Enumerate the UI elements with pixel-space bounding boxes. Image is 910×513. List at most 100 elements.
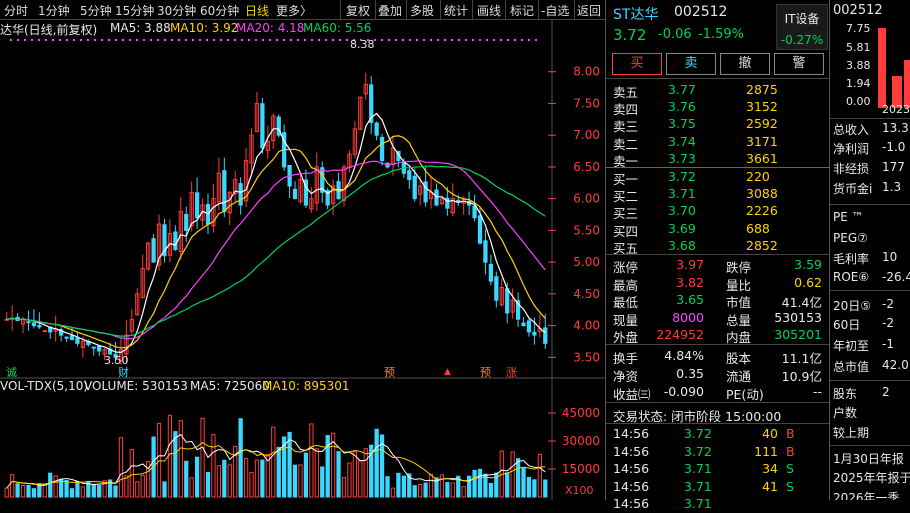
ask-volume: 3661 <box>746 150 778 166</box>
top-marker <box>199 39 201 41</box>
ask-row[interactable]: 卖一 3.73 3661 <box>606 150 830 169</box>
tick-price: 3.72 <box>684 426 712 441</box>
price-change: -0.06 <box>658 27 692 42</box>
tick-price: 3.71 <box>684 496 712 511</box>
stat-value: 3.59 <box>794 257 822 272</box>
side-metric-label: 总收入 <box>833 123 870 137</box>
event-marker[interactable]: 预 <box>480 364 491 380</box>
ask-row[interactable]: 卖五 3.77 2875 <box>606 81 830 100</box>
mark-button[interactable]: 标记 <box>510 2 534 19</box>
volume-bar <box>113 485 118 498</box>
cancel-order-button[interactable]: 撤 <box>720 53 770 75</box>
adjust-button[interactable]: 复权 <box>346 2 370 19</box>
divider <box>440 0 441 19</box>
bid-row[interactable]: 买五 3.68 2852 <box>606 237 830 256</box>
event-marker[interactable]: 诚 <box>6 364 17 380</box>
sector-box[interactable]: IT设备 -0.27% <box>776 4 828 50</box>
candle-body <box>494 276 499 301</box>
top-marker <box>311 39 313 41</box>
divider <box>606 423 830 424</box>
period-tab-60min[interactable]: 60分钟 <box>200 2 239 19</box>
divider <box>830 445 910 446</box>
top-marker <box>10 39 12 41</box>
fund-value: -0.090 <box>663 384 704 399</box>
divider <box>472 0 473 19</box>
multi-stock-button[interactable]: 多股 <box>410 2 434 19</box>
bid-volume: 688 <box>746 220 770 236</box>
period-tab-5min[interactable]: 5分钟 <box>80 2 112 19</box>
ask-row[interactable]: 卖三 3.75 2592 <box>606 115 830 134</box>
sell-button[interactable]: 卖 <box>666 53 716 75</box>
candlestick-chart[interactable]: 45000 30000 15000 8.00 7.50 7.00 6.50 6.00 5.50… <box>0 19 605 500</box>
volume-bar <box>461 486 466 498</box>
triangle-up-icon: ▲ <box>444 367 451 377</box>
side-tick: 5.81 <box>846 41 871 54</box>
side-metric-label: PEG⑦ <box>833 231 868 245</box>
candle-body <box>472 205 477 219</box>
volume-bar <box>80 486 86 498</box>
bid-row[interactable]: 买二 3.71 3088 <box>606 185 830 204</box>
stat-value: 3.97 <box>676 257 704 272</box>
top-marker <box>52 39 54 41</box>
period-tab-15min[interactable]: 15分钟 <box>115 2 154 19</box>
sector-name: IT设备 <box>784 12 820 26</box>
draw-line-button[interactable]: 画线 <box>477 2 501 19</box>
bid-price: 3.72 <box>668 169 696 184</box>
side-year: 2023 <box>882 103 910 116</box>
ask-row[interactable]: 卖二 3.74 3171 <box>606 133 830 152</box>
volume-bar <box>178 420 183 498</box>
side-metric-label: ROE⑥ <box>833 270 870 284</box>
volume-ma10: MA10: 895301 <box>262 379 350 393</box>
period-tab-1min[interactable]: 1分钟 <box>38 2 70 19</box>
period-tab-daily[interactable]: 日线 <box>245 2 269 19</box>
overlay-button[interactable]: 叠加 <box>378 2 402 19</box>
bid-row[interactable]: 买三 3.70 2226 <box>606 202 830 221</box>
top-marker <box>402 39 404 41</box>
top-marker <box>192 39 194 41</box>
alert-button[interactable]: 警 <box>774 53 824 75</box>
side-panel: 002512 7.75 5.81 3.88 1.94 0.00 2023 总收入… <box>829 0 910 500</box>
volume-bar <box>91 483 96 498</box>
high-price-label: 8.38 <box>350 38 375 51</box>
top-marker <box>318 39 320 41</box>
candle-body <box>37 325 42 328</box>
divider <box>375 0 376 19</box>
period-tab-intraday[interactable]: 分时 <box>4 2 28 19</box>
volume-bar <box>238 418 243 498</box>
side-metric-label: 股东 <box>833 387 858 401</box>
bid-row[interactable]: 买一 3.72 220 <box>606 168 830 187</box>
period-tab-30min[interactable]: 30分钟 <box>157 2 196 19</box>
top-marker <box>297 39 299 41</box>
top-marker <box>220 39 222 41</box>
candle-body <box>64 336 69 339</box>
top-marker <box>234 39 236 41</box>
event-marker[interactable]: 预 <box>384 364 395 380</box>
side-metric-value: -26.4 <box>882 270 910 284</box>
side-metric-value: -1 <box>882 337 894 351</box>
event-marker[interactable]: 涨 <box>506 364 517 380</box>
period-tab-more[interactable]: 更多〉 <box>276 2 312 19</box>
divider <box>830 118 910 119</box>
volume-bar <box>358 460 363 498</box>
top-marker <box>248 39 250 41</box>
candle-body <box>26 321 31 324</box>
remove-watchlist-button[interactable]: -自选 <box>541 2 569 19</box>
top-marker <box>122 39 124 41</box>
bid-row[interactable]: 买四 3.69 688 <box>606 220 830 239</box>
tick-row: 14:56 3.71 <box>606 495 830 513</box>
event-marker[interactable]: 财 <box>118 364 129 380</box>
side-tick: 3.88 <box>846 59 871 72</box>
tick-price: 3.71 <box>684 461 712 476</box>
ask-row[interactable]: 卖四 3.76 3152 <box>606 98 830 117</box>
top-marker <box>416 39 418 41</box>
divider <box>606 344 830 345</box>
top-marker <box>157 39 159 41</box>
top-marker <box>24 39 26 41</box>
back-button[interactable]: 返回 <box>577 2 601 19</box>
top-marker <box>241 39 243 41</box>
statistics-button[interactable]: 统计 <box>444 2 468 19</box>
top-marker <box>458 39 460 41</box>
buy-button[interactable]: 买 <box>612 53 662 75</box>
candle-body <box>374 122 379 136</box>
volume-bar <box>276 446 281 498</box>
